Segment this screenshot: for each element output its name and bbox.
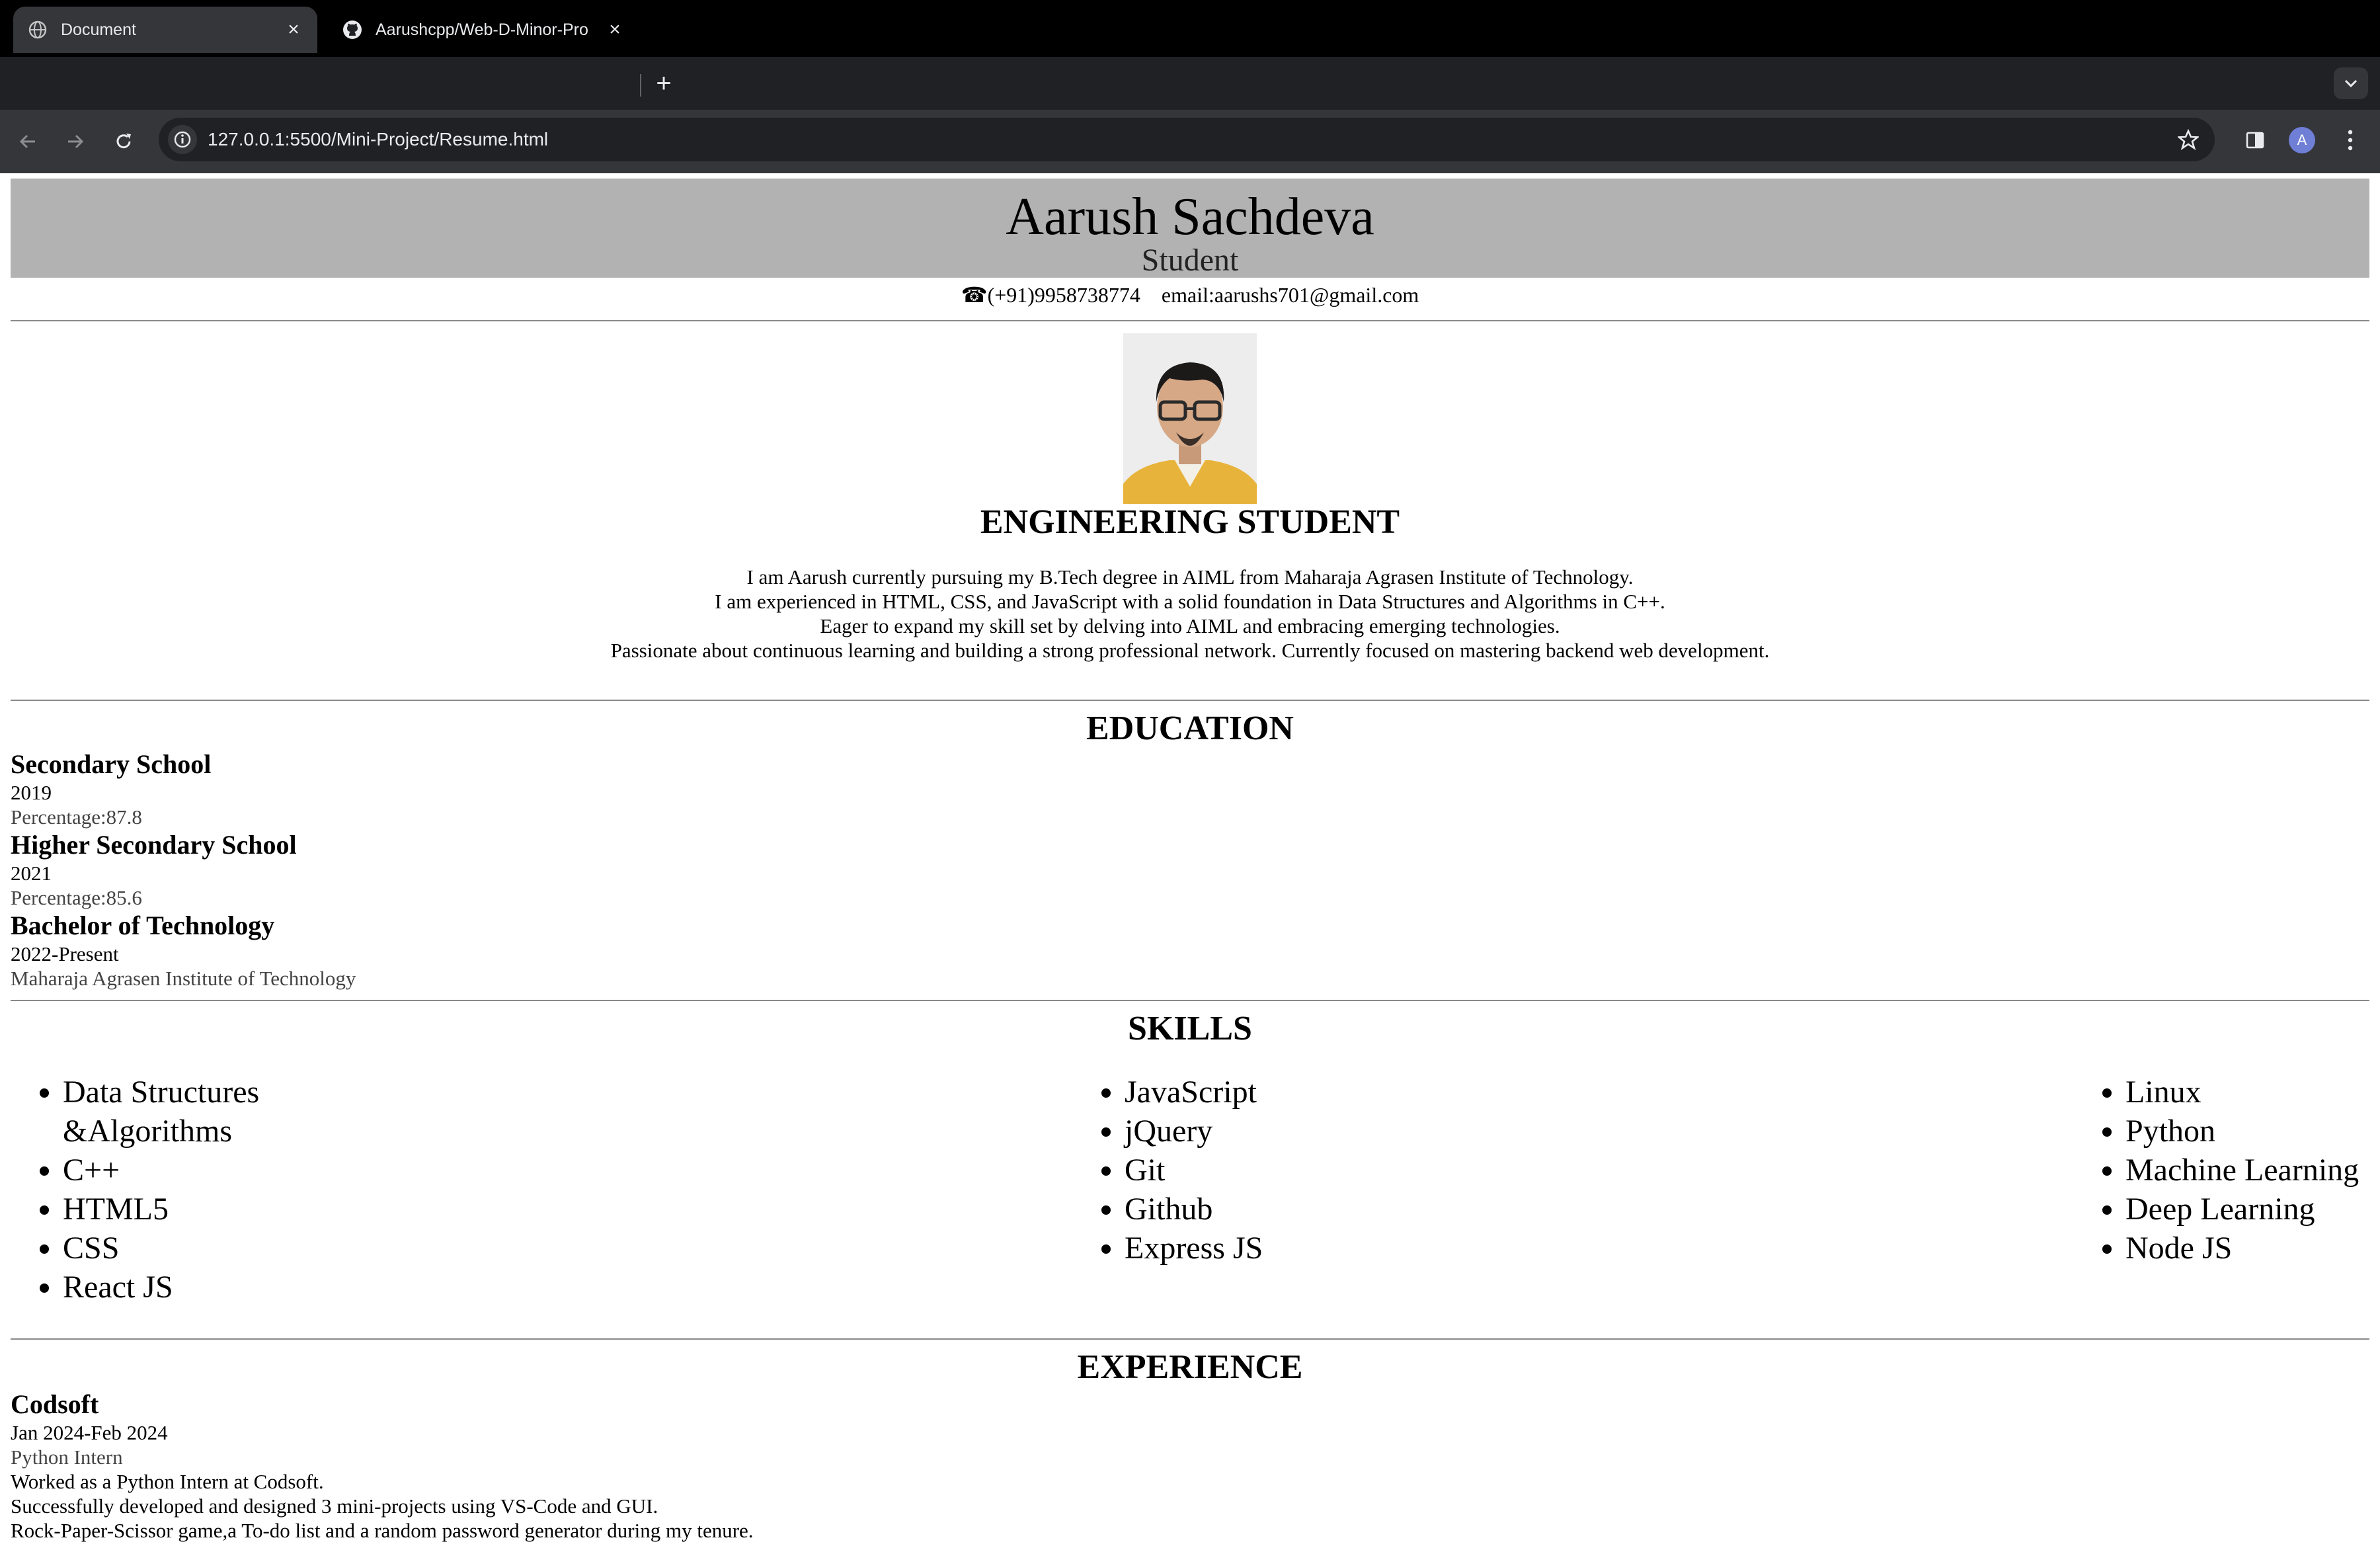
education-title: Higher Secondary School [11, 830, 297, 860]
education-list: Secondary School 2019 Percentage:87.8 Hi… [11, 749, 936, 991]
resume-page: Aarush Sachdeva Student ☎(+91)9958738774… [0, 173, 2380, 1546]
about-heading: ENGINEERING STUDENT [980, 503, 1400, 541]
skill-item: HTML5 [63, 1190, 340, 1229]
skill-item: jQuery [1125, 1112, 1495, 1151]
education-title: Bachelor of Technology [11, 911, 275, 940]
more-menu-icon[interactable] [2334, 124, 2367, 157]
forward-arrow-icon[interactable] [60, 126, 91, 157]
education-item: Bachelor of Technology 2022-Present Maha… [11, 910, 936, 991]
divider [11, 320, 2369, 321]
experience-line: Worked as a Python Intern at Codsoft. [11, 1470, 324, 1493]
education-detail: Maharaja Agrasen Institute of Technology [11, 967, 356, 990]
skill-item: JavaScript [1125, 1073, 1495, 1112]
bookmark-star-icon[interactable] [2175, 126, 2202, 153]
skill-item: Machine Learning [2125, 1151, 2380, 1190]
about-line: Eager to expand my skill set by delving … [820, 614, 1560, 637]
address-bar[interactable]: 127.0.0.1:5500/Mini-Project/Resume.html [159, 118, 2215, 161]
tab-title: Document [61, 20, 136, 39]
skills-column-3: Linux Python Machine Learning Deep Learn… [2073, 1073, 2380, 1268]
skills-column-2: JavaScript jQuery Git Github Express JS [1072, 1073, 1495, 1268]
new-tab-plus-icon[interactable]: + [651, 70, 677, 97]
education-title: Secondary School [11, 749, 212, 779]
about-line: I am Aarush currently pursuing my B.Tech… [746, 565, 1634, 589]
experience-dates: Jan 2024-Feb 2024 [11, 1421, 168, 1444]
skills-column-1: Data Structures &Algorithms C++ HTML5 CS… [10, 1073, 340, 1307]
skill-item: Deep Learning [2125, 1190, 2380, 1229]
reload-icon[interactable] [108, 126, 139, 157]
education-detail: Percentage:87.8 [11, 805, 142, 829]
education-year: 2021 [11, 862, 52, 885]
skill-item: React JS [63, 1268, 340, 1307]
skill-item: Github [1125, 1190, 1495, 1229]
skill-item: CSS [63, 1229, 340, 1268]
resume-role: Student [1141, 243, 1239, 278]
education-year: 2022-Present [11, 942, 119, 965]
skill-item: Express JS [1125, 1229, 1495, 1268]
profile-avatar[interactable]: A [2289, 127, 2315, 153]
skill-item: Linux [2125, 1073, 2380, 1112]
about-line: I am experienced in HTML, CSS, and JavaS… [715, 590, 1665, 613]
experience-heading: EXPERIENCE [1077, 1348, 1303, 1386]
education-item: Higher Secondary School 2021 Percentage:… [11, 829, 936, 910]
skill-item: Node JS [2125, 1229, 2380, 1268]
contact-line: ☎(+91)9958738774 email:aarushs701@gmail.c… [0, 282, 2380, 308]
side-panel-icon[interactable] [2239, 124, 2272, 157]
education-detail: Percentage:85.6 [11, 886, 142, 909]
tab-search-chevron-down-icon[interactable] [2334, 67, 2368, 99]
about-text: I am Aarush currently pursuing my B.Tech… [0, 565, 2380, 663]
back-arrow-icon[interactable] [12, 126, 44, 157]
divider [11, 700, 2369, 701]
education-heading: EDUCATION [1086, 710, 1294, 747]
tab-title: Aarushcpp/Web-D-Minor-Pro [376, 20, 588, 39]
skill-item: Python [2125, 1112, 2380, 1151]
skill-item: Git [1125, 1151, 1495, 1190]
skill-item: Data Structures &Algorithms [63, 1073, 340, 1151]
about-line: Passionate about continuous learning and… [610, 639, 1770, 662]
phone-number: ☎(+91)9958738774 [961, 283, 1140, 307]
resume-name: Aarush Sachdeva [1006, 188, 1374, 246]
divider [11, 1000, 2369, 1001]
divider [11, 1338, 2369, 1340]
education-year: 2019 [11, 781, 52, 804]
url-text[interactable]: 127.0.0.1:5500/Mini-Project/Resume.html [208, 118, 548, 161]
tab-document[interactable]: Document × [13, 7, 317, 53]
education-item: Secondary School 2019 Percentage:87.8 [11, 749, 936, 829]
experience-line: Rock-Paper-Scissor game,a To-do list and… [11, 1519, 754, 1542]
experience-company: Codsoft [11, 1389, 99, 1419]
profile-photo [1123, 333, 1257, 504]
github-icon [342, 20, 362, 40]
tab-github[interactable]: Aarushcpp/Web-D-Minor-Pro × [328, 7, 639, 53]
email-address: email:aarushs701@gmail.com [1161, 283, 1419, 307]
tab-strip [0, 57, 2380, 110]
experience-item: Codsoft Jan 2024-Feb 2024 Python Intern … [11, 1389, 1333, 1543]
resume-header: Aarush Sachdeva Student [11, 179, 2369, 278]
experience-position: Python Intern [11, 1445, 123, 1469]
site-info-icon[interactable] [168, 125, 197, 154]
close-icon[interactable]: × [603, 18, 627, 42]
close-icon[interactable]: × [282, 18, 305, 42]
skills-heading: SKILLS [1128, 1010, 1252, 1047]
tab-divider [640, 74, 641, 97]
skill-item: C++ [63, 1151, 340, 1190]
experience-line: Successfully developed and designed 3 mi… [11, 1494, 658, 1518]
globe-icon [28, 20, 48, 40]
